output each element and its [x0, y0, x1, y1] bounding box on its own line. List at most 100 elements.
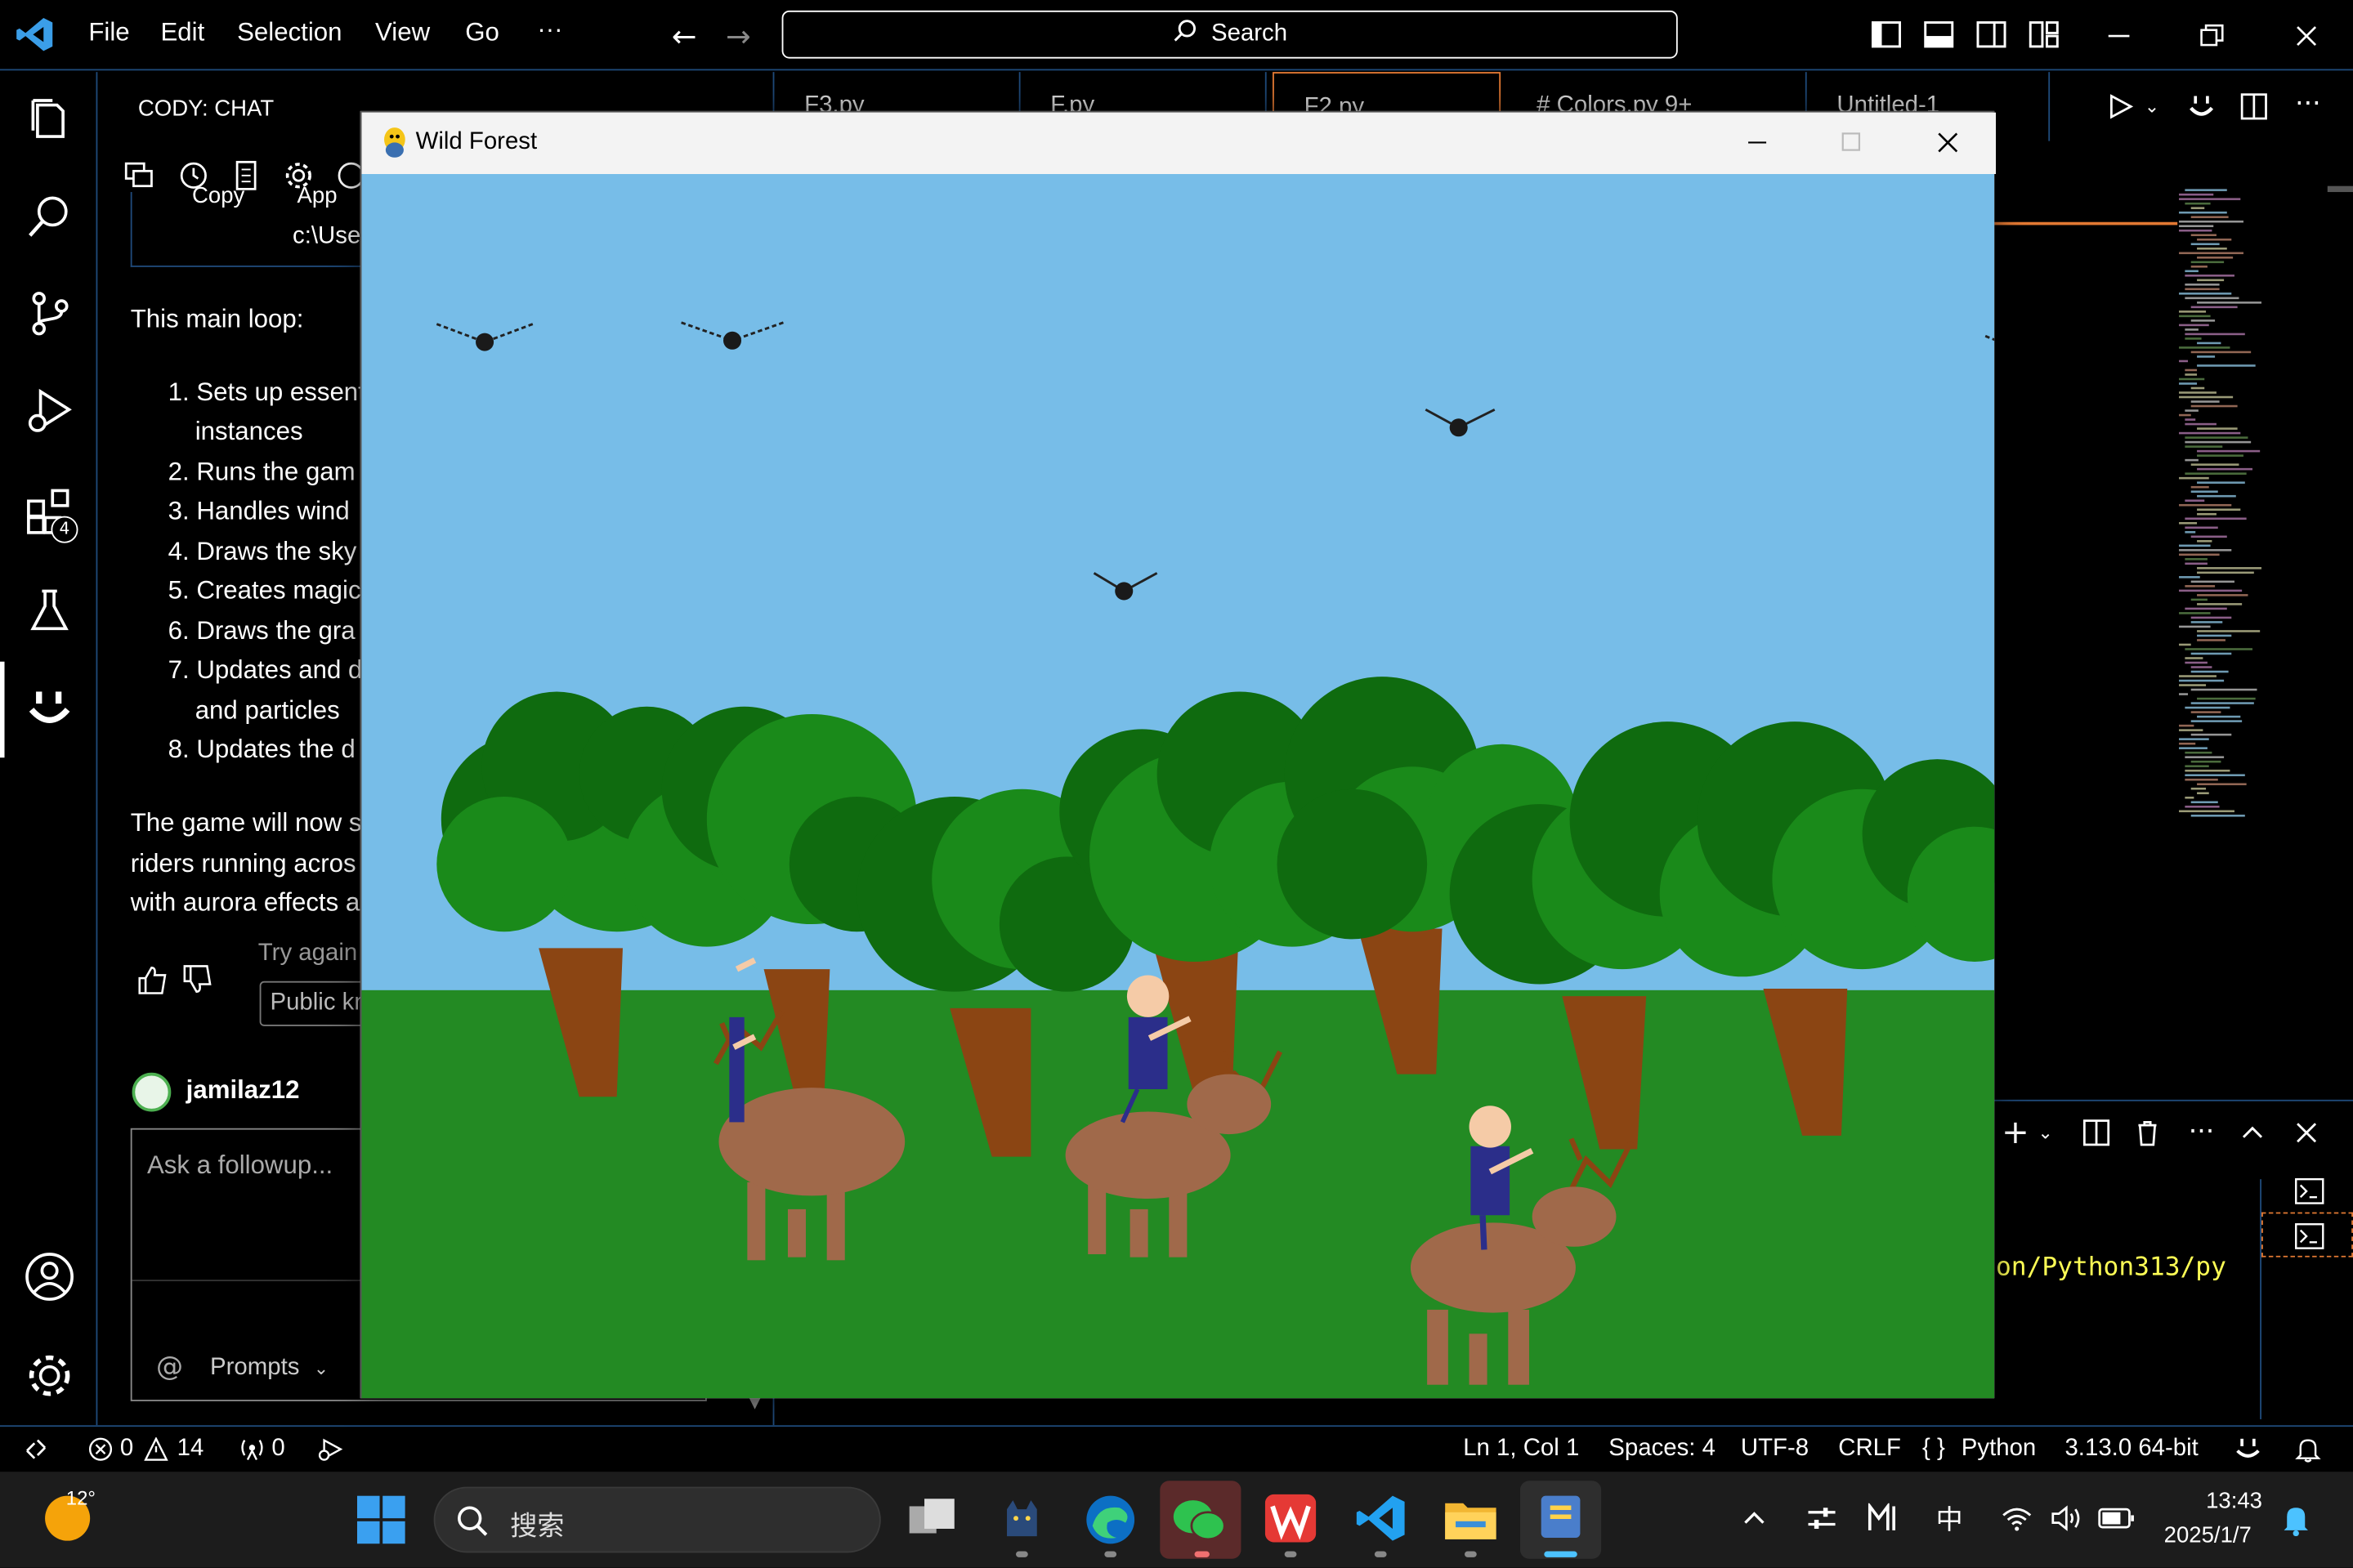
kill-terminal-trash-icon[interactable]	[2131, 1116, 2163, 1149]
new-chat-icon[interactable]	[123, 159, 156, 192]
run-debug-icon[interactable]	[18, 380, 81, 443]
split-editor-icon[interactable]	[2238, 90, 2270, 123]
wifi-icon[interactable]	[1999, 1502, 2035, 1534]
close-window-icon[interactable]	[2288, 18, 2324, 54]
indentation[interactable]: Spaces: 4	[1608, 1436, 1716, 1463]
cursor-position[interactable]: Ln 1, Col 1	[1463, 1436, 1579, 1463]
thumbs-up-icon[interactable]	[135, 963, 171, 996]
game-close-icon[interactable]	[1930, 124, 1966, 160]
cody-edit-icon[interactable]	[2185, 90, 2217, 123]
menu-view[interactable]: View	[375, 18, 430, 48]
notifications-bell-icon[interactable]	[2293, 1436, 2324, 1463]
editor-scrollbar[interactable]	[2327, 185, 2353, 193]
source-control-icon[interactable]	[18, 282, 81, 345]
minimap-line	[2197, 467, 2252, 471]
followup-input[interactable]: Ask a followup...	[147, 1150, 333, 1181]
file-explorer-icon[interactable]	[1443, 1494, 1497, 1543]
encoding[interactable]: UTF-8	[1741, 1436, 1809, 1463]
split-terminal-icon[interactable]	[2080, 1116, 2113, 1149]
minimap[interactable]	[2179, 186, 2329, 832]
errors-icon[interactable]	[87, 1436, 114, 1463]
explorer-icon[interactable]	[18, 87, 81, 150]
ime-language[interactable]: 中	[1936, 1499, 1963, 1538]
menu-more[interactable]: ···	[537, 15, 562, 45]
language-mode[interactable]: Python	[1962, 1436, 2036, 1463]
run-python-file-icon[interactable]	[2104, 90, 2136, 123]
minimap-line	[2179, 679, 2225, 682]
settings-sliders-icon[interactable]	[1804, 1502, 1840, 1534]
cody-status-icon[interactable]	[2233, 1436, 2263, 1463]
wechat-app-icon-active[interactable]	[1160, 1481, 1241, 1559]
terminal-more-icon[interactable]: ···	[2184, 1115, 2220, 1147]
close-panel-icon[interactable]	[2290, 1116, 2323, 1149]
weather-temp[interactable]: 12°	[66, 1487, 96, 1510]
chevron-down-icon[interactable]: ⌄	[309, 1355, 333, 1382]
volume-icon[interactable]	[2048, 1502, 2084, 1534]
edge-browser-icon[interactable]	[1084, 1493, 1138, 1547]
terminal-instance-icon[interactable]	[2292, 1175, 2328, 1208]
cody-icon[interactable]	[18, 677, 81, 739]
run-dropdown-chevron-icon[interactable]: ⌄	[2141, 93, 2163, 120]
minimap-line	[2190, 652, 2232, 655]
toggle-primary-sidebar-icon[interactable]	[1870, 18, 1903, 51]
line-endings[interactable]: CRLF	[1838, 1436, 1901, 1463]
new-terminal-plus-icon[interactable]: +	[1999, 1114, 2032, 1151]
toggle-panel-icon[interactable]	[1922, 18, 1955, 51]
ports-count[interactable]: 0	[271, 1436, 284, 1463]
forward-arrow-icon[interactable]: →	[720, 18, 756, 54]
terminal-instance-icon[interactable]	[2292, 1220, 2328, 1253]
notification-bell-icon[interactable]	[2278, 1502, 2314, 1538]
menu-selection[interactable]: Selection	[237, 18, 342, 48]
maximize-panel-chevron-up-icon[interactable]	[2236, 1116, 2269, 1149]
try-again-link[interactable]: Try again	[258, 940, 357, 967]
battery-icon[interactable]	[2098, 1502, 2137, 1534]
errors-count[interactable]: 0	[120, 1436, 133, 1463]
cat-app-icon[interactable]	[998, 1494, 1046, 1543]
vscode-taskbar-icon[interactable]	[1353, 1493, 1407, 1543]
clock-date[interactable]: 2025/1/7	[2164, 1523, 2252, 1548]
menu-edit[interactable]: Edit	[160, 18, 204, 48]
taskbar-search-box[interactable]: 搜索	[433, 1486, 881, 1553]
manage-gear-icon[interactable]	[18, 1344, 81, 1407]
game-canvas[interactable]	[361, 173, 1995, 1399]
language-braces-icon: { }	[1922, 1436, 1945, 1462]
menu-go[interactable]: Go	[465, 18, 499, 48]
search-view-icon[interactable]	[18, 185, 81, 248]
editor-more-actions-icon[interactable]: ···	[2290, 87, 2326, 119]
prompts-dropdown[interactable]: Prompts	[210, 1355, 299, 1382]
start-windows-icon[interactable]	[356, 1495, 405, 1544]
at-mention-icon[interactable]: @	[153, 1350, 186, 1383]
python-app-active-icon[interactable]	[1519, 1481, 1602, 1559]
terminal-dropdown-chevron-icon[interactable]: ⌄	[2035, 1119, 2056, 1146]
thumbs-down-icon[interactable]	[180, 963, 216, 996]
extensions-icon[interactable]: 4	[18, 480, 81, 543]
wps-office-icon[interactable]	[1264, 1494, 1317, 1543]
game-minimize-icon[interactable]	[1739, 124, 1775, 160]
remote-indicator-icon[interactable]	[21, 1436, 51, 1463]
minimize-icon[interactable]	[2101, 18, 2137, 54]
python-interpreter[interactable]: 3.13.0 64-bit	[2064, 1436, 2198, 1463]
editor-active-line	[1994, 221, 2178, 226]
warnings-count[interactable]: 14	[177, 1436, 204, 1463]
ports-broadcast-icon[interactable]	[237, 1436, 267, 1463]
menu-file[interactable]: File	[88, 18, 129, 48]
game-window-title-bar[interactable]: Wild Forest	[361, 112, 1997, 174]
warnings-icon[interactable]	[142, 1436, 169, 1463]
restore-icon[interactable]	[2194, 18, 2230, 54]
minimap-line	[2179, 729, 2203, 731]
copy-code-button[interactable]: Copy	[192, 183, 244, 208]
back-arrow-icon[interactable]: ←	[666, 18, 702, 54]
command-center-search[interactable]: Search	[781, 10, 1678, 59]
task-view-icon[interactable]	[906, 1494, 957, 1543]
testing-icon[interactable]	[18, 579, 81, 642]
ime-mode-icon[interactable]	[1867, 1502, 1903, 1534]
minimap-line	[2185, 418, 2196, 421]
accounts-icon[interactable]	[18, 1245, 81, 1308]
apply-code-button[interactable]: App	[297, 183, 338, 208]
toggle-secondary-sidebar-icon[interactable]	[1975, 18, 2007, 51]
minimap-line	[2185, 270, 2199, 273]
clock-time[interactable]: 13:43	[2206, 1488, 2262, 1513]
show-hidden-icons-chevron-icon[interactable]	[1738, 1502, 1770, 1534]
debug-status-icon[interactable]	[315, 1436, 346, 1463]
customize-layout-icon[interactable]	[2028, 18, 2060, 51]
